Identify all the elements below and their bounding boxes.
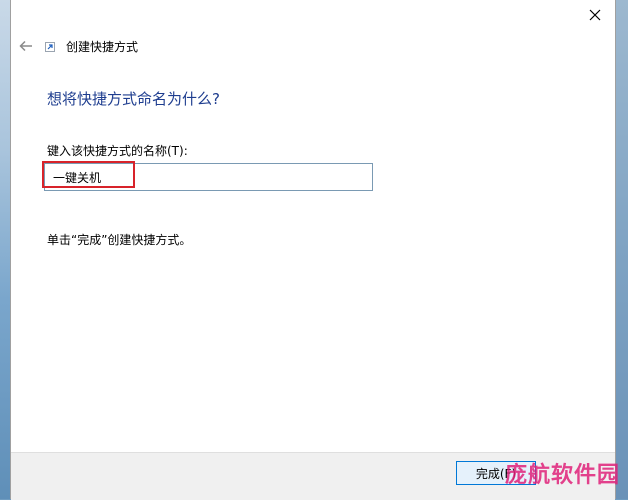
create-shortcut-dialog: 创建快捷方式 想将快捷方式命名为什么? 键入该快捷方式的名称(T): 单击“完成…: [10, 0, 616, 500]
watermark: 庞航软件园: [504, 463, 620, 488]
instruction-text: 单击“完成”创建快捷方式。: [47, 233, 192, 247]
shortcut-icon: [45, 42, 55, 52]
desktop-background-left: [0, 0, 10, 499]
back-arrow-icon: [19, 40, 32, 52]
desktop-background-right: [616, 0, 628, 499]
page-heading: 想将快捷方式命名为什么?: [47, 90, 220, 108]
shortcut-name-label: 键入该快捷方式的名称(T):: [47, 144, 188, 158]
back-button[interactable]: [15, 36, 37, 56]
shortcut-name-input[interactable]: [44, 163, 373, 191]
close-button[interactable]: [581, 2, 609, 28]
close-icon: [589, 9, 601, 21]
wizard-title: 创建快捷方式: [66, 40, 139, 54]
